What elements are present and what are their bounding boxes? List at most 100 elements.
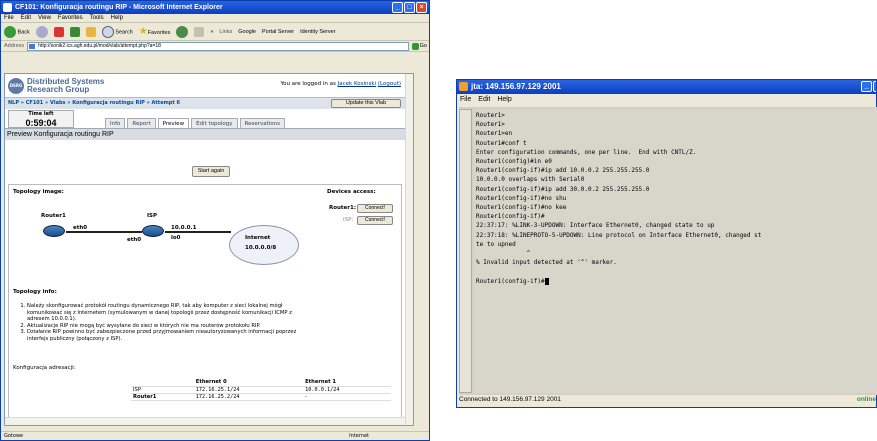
site-header: DSRG Distributed Systems Research Group …: [5, 74, 413, 98]
tab-edit-topology[interactable]: Edit topology: [191, 118, 238, 128]
favorites-button[interactable]: ★Favorites: [139, 26, 171, 37]
minimize-button[interactable]: _: [392, 2, 403, 13]
devices-label: Devices access:: [327, 189, 376, 195]
address-input[interactable]: http://sonik2.ics.agh.edu.pl/mod/vlab/at…: [27, 41, 409, 51]
terminal-line: ^: [476, 250, 531, 258]
terminal-minimize-button[interactable]: _: [861, 81, 872, 92]
terminal-menu-file[interactable]: File: [460, 94, 471, 106]
media-icon[interactable]: [176, 25, 189, 38]
link-identity[interactable]: Identity Server: [300, 29, 335, 35]
connect-router1-button[interactable]: Connect!: [357, 204, 393, 213]
menu-favorites[interactable]: Favorites: [58, 14, 83, 22]
terminal-cursor: [544, 277, 549, 285]
menu-file[interactable]: File: [4, 14, 14, 22]
menu-tools[interactable]: Tools: [90, 14, 104, 22]
terminal-line: Router1(config-if)#no shu: [476, 194, 567, 202]
menu-help[interactable]: Help: [111, 14, 123, 22]
table-cell: -: [303, 393, 391, 401]
address-bar: Address http://sonik2.ics.agh.edu.pl/mod…: [1, 41, 429, 52]
page-content: DSRG Distributed Systems Research Group …: [4, 73, 414, 426]
terminal-line: % Invalid input detected at '^' marker.: [476, 259, 617, 267]
links-label: Links: [219, 28, 233, 35]
terminal-line: Router1(config)#in e0: [476, 158, 552, 166]
mail-icon[interactable]: [194, 26, 205, 37]
terminal-line: Router1>en: [476, 130, 513, 138]
java-icon: [459, 82, 468, 91]
terminal-menubar: File Edit Help: [457, 94, 876, 106]
terminal-line: Router1(config-if)#ip add 30.0.0.2 255.2…: [476, 185, 650, 193]
table-cell: 172.16.25.1/24: [193, 386, 304, 394]
terminal-menu-edit[interactable]: Edit: [478, 94, 490, 106]
dsrg-logo: DSRG: [8, 78, 24, 94]
lo0-label: lo0: [171, 235, 181, 241]
terminal-line: 22:37:18: %LINEPROTO-5-UPDOWN: Line prot…: [476, 231, 762, 239]
terminal-output[interactable]: Router1> Router1> Router1>en Router1#conf t…: [474, 109, 877, 393]
ie-toolbar: Back Search ★Favorites » Links Google Po…: [1, 23, 429, 41]
connection-status: Connected to 149.156.97.129 2001: [459, 396, 561, 403]
breadcrumb-text[interactable]: NLP » CF101 » Vlabs » Konfiguracja routi…: [8, 100, 180, 106]
table-header-row: Ethernet 0 Ethernet 1: [131, 379, 391, 387]
status-text: Gotowe: [4, 433, 24, 439]
ie-statusbar: Gotowe Internet: [1, 431, 429, 440]
maximize-button[interactable]: □: [404, 2, 415, 13]
menu-view[interactable]: View: [38, 14, 51, 22]
horizontal-scrollbar[interactable]: [5, 417, 413, 425]
chevron-right-icon[interactable]: »: [210, 29, 213, 35]
terminal-line: Router1(config-if)#: [476, 277, 877, 286]
link-isp-internet: [165, 231, 231, 233]
table-cell: Router1: [131, 393, 194, 401]
terminal-line: Router1(config-if)#: [476, 213, 545, 221]
link-router1-isp: [66, 231, 142, 233]
internet-label: Internet: [245, 235, 271, 241]
isp-label: ISP: [147, 213, 158, 219]
ie-menubar: File Edit View Favorites Tools Help: [1, 14, 429, 23]
terminal-line: Enter configuration commands, one per li…: [476, 148, 697, 156]
ie-titlebar[interactable]: CF101: Konfiguracja routingu RIP - Micro…: [1, 1, 429, 14]
terminal-line: 22:37:17: %LINK-3-UPDOWN: Interface Ethe…: [476, 222, 715, 230]
terminal-line: Router1(config-if)#no kee: [476, 204, 567, 212]
terminal-scrollbar[interactable]: [459, 109, 472, 393]
back-button[interactable]: Back: [4, 25, 30, 38]
connect-isp-button[interactable]: Connect!: [357, 216, 393, 225]
topology-info-label: Topology info:: [13, 289, 57, 295]
vertical-scrollbar[interactable]: [405, 74, 413, 425]
brand-name: Distributed Systems Research Group: [27, 77, 105, 94]
table-header: [131, 379, 194, 387]
page-icon: [29, 43, 36, 49]
table-cell: ISP: [131, 386, 194, 394]
address-label: Address: [4, 43, 25, 49]
addr-config-label: Konfiguracja adresacji:: [13, 365, 76, 371]
terminal-line: Router1>: [476, 121, 505, 129]
internet-net-label: 10.0.0.0/8: [245, 245, 277, 251]
refresh-icon[interactable]: [69, 26, 80, 37]
go-button[interactable]: Go: [411, 42, 429, 50]
logout-link[interactable]: (Logout): [378, 81, 401, 87]
search-icon: [101, 25, 114, 38]
isp-router-icon: [142, 225, 164, 237]
tab-reservations[interactable]: Reservations: [239, 118, 285, 128]
close-button[interactable]: ×: [416, 2, 427, 13]
login-info: You are logged in as Jacek Kosinski (Log…: [280, 81, 402, 87]
tab-info[interactable]: Info: [105, 118, 126, 128]
home-icon[interactable]: [85, 26, 96, 37]
terminal-line: 10.0.0.0 overlaps with Serial0: [476, 176, 585, 184]
terminal-titlebar[interactable]: jta: 149.156.97.129 2001 _ □ ×: [457, 80, 876, 94]
update-vlab-button[interactable]: Update this Vlab: [331, 99, 401, 108]
link-portal[interactable]: Portal Server: [262, 29, 294, 35]
terminal-maximize-button[interactable]: □: [873, 81, 876, 92]
online-indicator: online: [856, 396, 876, 403]
ie-title: CF101: Konfiguracja routingu RIP - Micro…: [15, 4, 223, 11]
user-link[interactable]: Jacek Kosinski: [338, 81, 377, 87]
terminal-menu-help[interactable]: Help: [497, 94, 511, 106]
start-again-button[interactable]: Start again: [192, 166, 230, 177]
forward-arrow-icon[interactable]: [35, 25, 48, 38]
stop-icon[interactable]: [53, 26, 64, 37]
menu-edit[interactable]: Edit: [21, 14, 31, 22]
tab-preview[interactable]: Preview: [157, 118, 190, 128]
time-left-value: 0:59:04: [25, 118, 57, 128]
tab-report[interactable]: Report: [127, 118, 156, 128]
link-google[interactable]: Google: [238, 29, 256, 35]
search-button[interactable]: Search: [101, 25, 133, 38]
router1-icon: [43, 225, 65, 237]
